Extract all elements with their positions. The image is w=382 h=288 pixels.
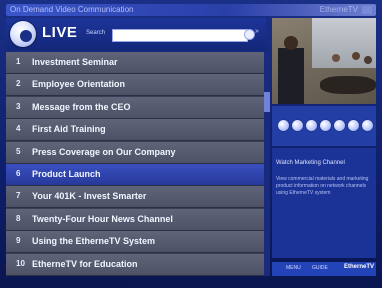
channel-info-panel: Watch Marketing Channel View commercial … <box>272 148 376 258</box>
video-scene-person <box>352 52 360 60</box>
footer-guide-link[interactable]: GUIDE <box>312 265 328 271</box>
search-button[interactable] <box>244 29 255 40</box>
channel-label: Message from the CEO <box>32 101 131 112</box>
channel-label: First Aid Training <box>32 124 106 135</box>
brand-label: EtherneTV <box>319 5 358 14</box>
channel-label: Press Coverage on Our Company <box>32 146 176 157</box>
video-scene-presenter <box>278 48 304 104</box>
header-bar: LIVE Search » <box>6 18 266 50</box>
channel-label: Employee Orientation <box>32 79 126 90</box>
channel-label: Your 401K - Invest Smarter <box>32 191 147 202</box>
channel-number: 4 <box>16 124 21 134</box>
info-description-line: product information on network channels <box>276 183 367 189</box>
channel-number: 2 <box>16 79 21 89</box>
channel-label: Product Launch <box>32 169 101 179</box>
play-button-icon[interactable] <box>292 120 303 131</box>
channel-list-item[interactable]: 9 Using the EtherneTV System <box>6 231 264 254</box>
channel-list: 1 Investment Seminar 2 Employee Orientation… <box>6 52 264 276</box>
search-label: Search <box>86 30 106 36</box>
channel-number: 1 <box>16 57 21 66</box>
channel-list-item[interactable]: 5 Press Coverage on Our Company <box>6 141 264 164</box>
info-heading: Watch Marketing Channel <box>276 160 345 166</box>
volume-button-icon[interactable] <box>348 120 359 131</box>
info-description-line: using EtherneTV system <box>276 190 331 196</box>
channel-label: Using the EtherneTV System <box>32 236 156 247</box>
scrollbar-thumb[interactable] <box>264 92 270 112</box>
footer-bar: MENU GUIDE EtherneTV <box>272 262 376 276</box>
channel-number: 3 <box>16 101 21 111</box>
stop-button-icon[interactable] <box>320 120 331 131</box>
channel-list-item[interactable]: 7 Your 401K - Invest Smarter <box>6 186 264 209</box>
video-preview[interactable] <box>272 18 376 104</box>
video-scene-person <box>364 56 372 64</box>
playback-controls <box>272 106 376 146</box>
video-scene-presenter-head <box>284 36 298 50</box>
channel-list-item[interactable]: 6 Product Launch <box>6 164 264 186</box>
channel-number: 10 <box>16 258 25 268</box>
scrollbar[interactable] <box>264 52 270 276</box>
channel-number: 8 <box>16 213 21 223</box>
channel-list-item[interactable]: 3 Message from the CEO <box>6 96 264 119</box>
channel-number: 7 <box>16 191 21 201</box>
channel-number: 5 <box>16 146 21 156</box>
search-input[interactable] <box>112 29 248 42</box>
channel-label: EtherneTV for Education <box>32 258 138 269</box>
rewind-button-icon[interactable] <box>278 120 289 131</box>
channel-list-item[interactable]: 10 EtherneTV for Education <box>6 253 264 276</box>
forward-button-icon[interactable] <box>334 120 345 131</box>
channel-list-item[interactable]: 8 Twenty-Four Hour News Channel <box>6 208 264 231</box>
channel-number: 6 <box>16 169 21 178</box>
info-description-line: View commercial materials and marketing <box>276 176 369 182</box>
channel-number: 9 <box>16 236 21 246</box>
pause-button-icon[interactable] <box>306 120 317 131</box>
search-go-icon[interactable]: » <box>255 28 259 35</box>
live-label: LIVE <box>42 24 78 41</box>
logo-head-icon <box>20 30 32 42</box>
channel-list-item[interactable]: 2 Employee Orientation <box>6 74 264 97</box>
channel-list-item[interactable]: 1 Investment Seminar <box>6 52 264 74</box>
video-scene-person <box>332 54 340 62</box>
logo-icon <box>10 21 36 47</box>
window-title: On Demand Video Communication <box>10 5 134 14</box>
fullscreen-button-icon[interactable] <box>362 120 373 131</box>
footer-menu-link[interactable]: MENU <box>286 265 301 271</box>
footer-brand-logo: EtherneTV <box>344 264 375 270</box>
app-window: On Demand Video Communication EtherneTV … <box>0 0 382 288</box>
channel-label: Twenty-Four Hour News Channel <box>32 213 173 224</box>
channel-list-item[interactable]: 4 First Aid Training <box>6 119 264 142</box>
channel-label: Investment Seminar <box>32 57 118 67</box>
window-control-icon[interactable] <box>362 6 372 14</box>
title-bar: On Demand Video Communication EtherneTV <box>6 4 376 16</box>
video-scene-table <box>320 76 376 94</box>
